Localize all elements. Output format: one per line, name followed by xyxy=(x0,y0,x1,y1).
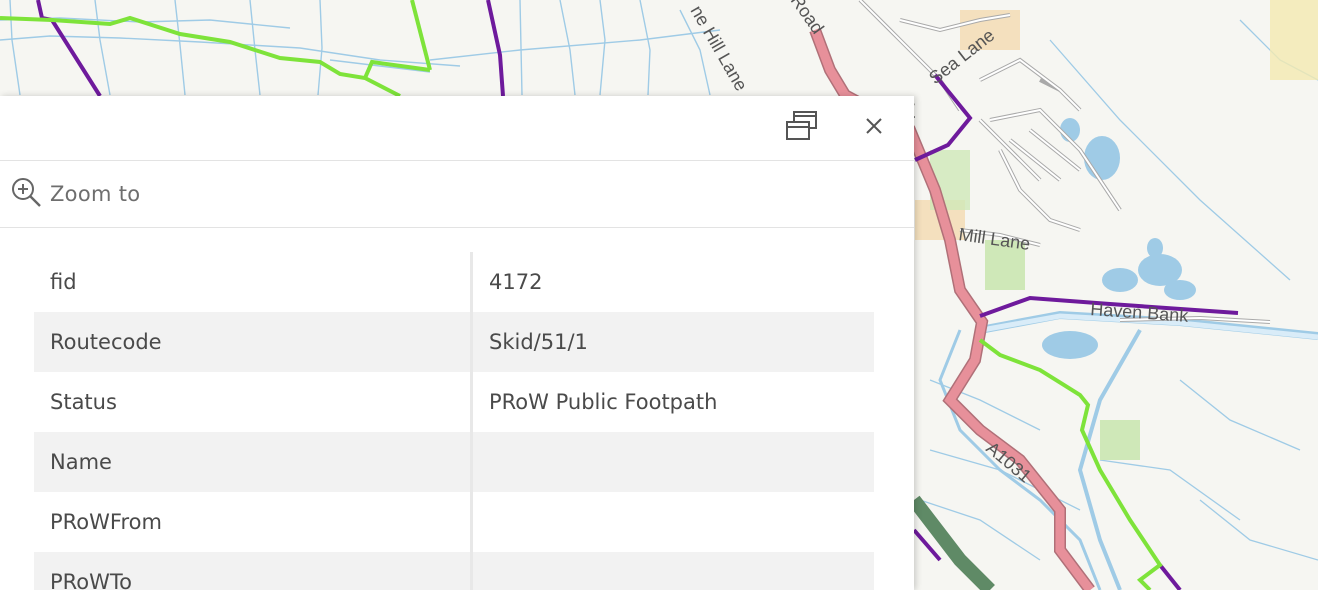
field-key: PRoWTo xyxy=(34,552,473,590)
close-icon xyxy=(864,116,884,140)
field-value xyxy=(471,552,874,590)
table-row: Name xyxy=(34,432,874,492)
field-value: 4172 xyxy=(489,270,543,294)
field-key: Status xyxy=(34,372,473,432)
field-key: Routecode xyxy=(34,312,473,372)
close-button[interactable] xyxy=(856,110,892,146)
zoom-in-icon xyxy=(10,176,42,212)
attribute-table: fid 4172 Routecode Skid/51/1 Status PRoW… xyxy=(34,252,874,590)
zoom-to-label: Zoom to xyxy=(50,182,141,206)
popup-header xyxy=(0,96,914,161)
table-row: PRoWFrom xyxy=(34,492,874,552)
field-key: fid xyxy=(34,252,473,312)
table-row: Status PRoW Public Footpath xyxy=(34,372,874,432)
popup-actions: Zoom to xyxy=(0,161,914,228)
feature-popup[interactable]: Zoom to fid 4172 Routecode Skid/51/1 Sta… xyxy=(0,96,914,590)
table-row: PRoWTo xyxy=(34,552,874,590)
zoom-to-button[interactable]: Zoom to xyxy=(10,177,140,211)
field-key: PRoWFrom xyxy=(34,492,473,552)
field-value xyxy=(472,492,875,552)
field-key: Name xyxy=(34,432,473,492)
dock-icon xyxy=(785,110,819,146)
field-value xyxy=(471,432,874,492)
field-value: Skid/51/1 xyxy=(471,312,874,372)
field-value: PRoW Public Footpath xyxy=(489,390,718,414)
dock-button[interactable] xyxy=(784,110,820,146)
table-row: fid 4172 xyxy=(34,252,874,312)
table-row: Routecode Skid/51/1 xyxy=(34,312,874,372)
